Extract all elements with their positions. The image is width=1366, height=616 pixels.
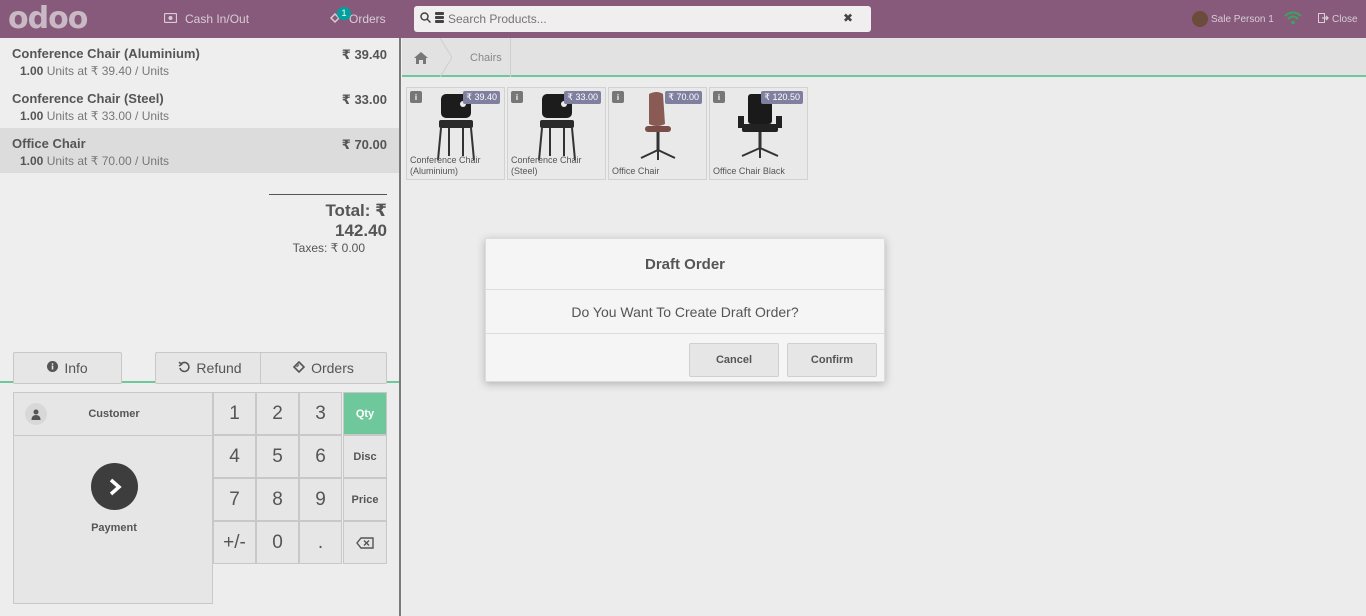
cancel-button[interactable]: Cancel bbox=[689, 343, 779, 377]
confirm-button[interactable]: Confirm bbox=[787, 343, 877, 377]
dialog-title: Draft Order bbox=[486, 239, 884, 290]
dialog-message: Do You Want To Create Draft Order? bbox=[486, 290, 884, 334]
draft-order-dialog: Draft Order Do You Want To Create Draft … bbox=[485, 238, 885, 382]
